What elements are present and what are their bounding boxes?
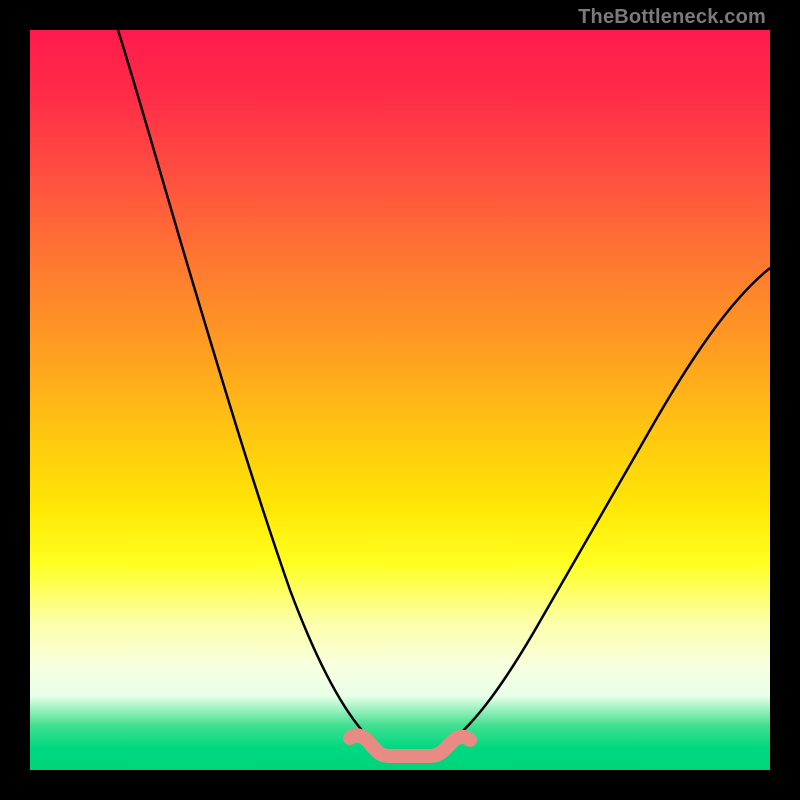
watermark: TheBottleneck.com [578,6,766,29]
chart-frame: TheBottleneck.com [0,0,800,800]
right-curve [442,268,770,748]
left-curve [118,30,380,748]
chart-svg [30,30,770,770]
bottom-marker-line [350,735,470,756]
